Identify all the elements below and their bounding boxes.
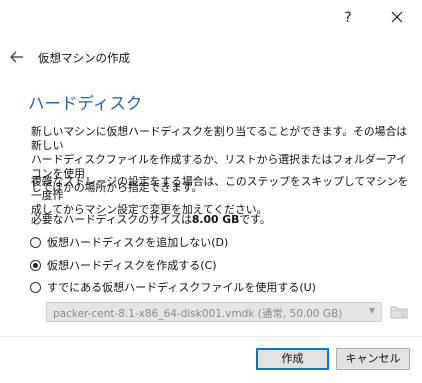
folder-icon: [390, 306, 408, 319]
size-prefix: 必要なハードディスクのサイズは: [31, 213, 192, 226]
back-button[interactable]: [6, 44, 28, 70]
title-bar: ?: [0, 0, 422, 34]
choose-disk-file-button: [388, 301, 410, 323]
size-suffix: です。: [239, 213, 271, 226]
page-title: ハードディスク: [28, 94, 143, 113]
option-label[interactable]: すでにある仮想ハードディスクファイルを使用する(U): [47, 279, 316, 295]
required-size-text: 必要なハードディスクのサイズは8.00 GBです。: [31, 211, 271, 227]
wizard-title: 仮想マシンの作成: [38, 51, 130, 65]
radio-button[interactable]: [30, 236, 41, 248]
option-no-disk[interactable]: 仮想ハードディスクを追加しない(D): [30, 234, 228, 250]
chevron-down-icon: ▼: [368, 306, 375, 315]
radio-button-checked[interactable]: [30, 259, 41, 271]
wizard-header: 仮想マシンの作成: [0, 44, 422, 72]
close-icon: [391, 11, 403, 23]
option-label[interactable]: 仮想ハードディスクを作成する(C): [47, 257, 217, 273]
option-use-existing-disk[interactable]: すでにある仮想ハードディスクファイルを使用する(U): [30, 279, 316, 295]
disk-select-value: packer-cent-8.1-x86_64-disk001.vmdk (通常,…: [53, 308, 343, 320]
create-vm-dialog: ? 仮想マシンの作成 ハードディスク 新しいマシンに仮想ハードディスクを割り当て…: [0, 0, 422, 383]
back-arrow-icon: [10, 51, 23, 63]
option-create-disk[interactable]: 仮想ハードディスクを作成する(C): [30, 257, 217, 273]
help-button[interactable]: ?: [333, 6, 363, 30]
create-button[interactable]: 作成: [256, 348, 329, 370]
cancel-button[interactable]: キャンセル: [336, 348, 410, 370]
close-button[interactable]: [382, 4, 412, 30]
radio-button[interactable]: [30, 281, 41, 293]
size-value: 8.00 GB: [191, 213, 240, 226]
footer-divider: [0, 336, 422, 337]
existing-disk-select: packer-cent-8.1-x86_64-disk001.vmdk (通常,…: [46, 302, 382, 322]
option-label[interactable]: 仮想ハードディスクを追加しない(D): [47, 234, 228, 250]
